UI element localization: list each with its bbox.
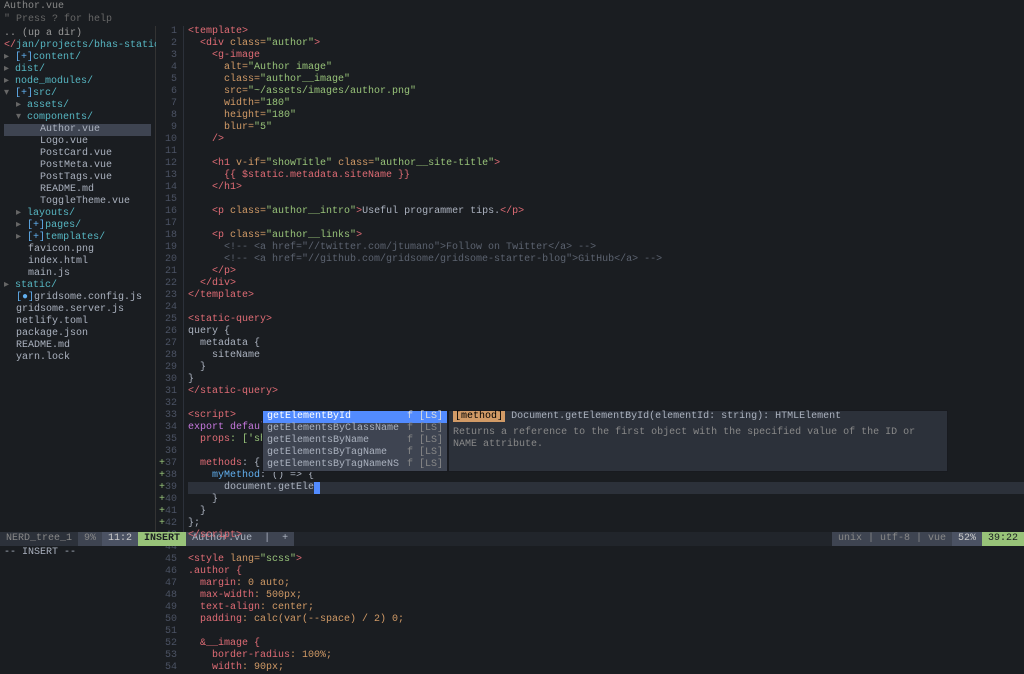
line-number-gutter: 1234567891011121314151617181920212223242…	[156, 26, 184, 532]
autocomplete-item[interactable]: getElementsByClassNamef [LS]	[263, 423, 447, 435]
autocomplete-popup[interactable]: getElementByIdf [LS]getElementsByClassNa…	[262, 410, 948, 472]
autocomplete-item[interactable]: getElementsByNamef [LS]	[263, 435, 447, 447]
code-editor[interactable]: <template> <div class="author"> <g-image…	[184, 26, 1024, 532]
tree-dir[interactable]: ▸ [+]templates/	[4, 232, 151, 244]
tree-file[interactable]: favicon.png	[4, 244, 151, 256]
autocomplete-item[interactable]: getElementsByTagNamef [LS]	[263, 447, 447, 459]
tree-dir[interactable]: ▸ [+]pages/	[4, 220, 151, 232]
tree-file[interactable]: PostTags.vue	[4, 172, 151, 184]
tree-file[interactable]: README.md	[4, 340, 151, 352]
tree-file[interactable]: PostMeta.vue	[4, 160, 151, 172]
tree-file[interactable]: main.js	[4, 268, 151, 280]
tree-file[interactable]: gridsome.server.js	[4, 304, 151, 316]
tree-file[interactable]: ToggleTheme.vue	[4, 196, 151, 208]
autocomplete-item[interactable]: getElementByIdf [LS]	[263, 411, 447, 423]
autocomplete-list[interactable]: getElementByIdf [LS]getElementsByClassNa…	[262, 410, 448, 472]
tree-file[interactable]: README.md	[4, 184, 151, 196]
cursor	[314, 482, 320, 494]
tree-dir[interactable]: ▾ components/	[4, 112, 151, 124]
tree-file[interactable]: netlify.toml	[4, 316, 151, 328]
file-tree[interactable]: .. (up a dir) </jan/projects/bhas-static…	[0, 26, 156, 532]
tree-root-path[interactable]: </jan/projects/bhas-static/	[4, 40, 151, 52]
statusline-nerdtree: NERD_tree_1	[0, 532, 78, 546]
tree-dir[interactable]: ▸ node_modules/	[4, 76, 151, 88]
tree-dir[interactable]: ▸ assets/	[4, 100, 151, 112]
statusline-mode: INSERT	[138, 532, 186, 546]
tree-file[interactable]: PostCard.vue	[4, 148, 151, 160]
tree-up-dir[interactable]: .. (up a dir)	[4, 28, 151, 40]
tree-dir[interactable]: ▾ [+]src/	[4, 88, 151, 100]
tree-file[interactable]: yarn.lock	[4, 352, 151, 364]
help-hint: " Press ? for help	[0, 14, 1024, 26]
title-bar: Author.vue	[0, 0, 1024, 14]
autocomplete-doc: [method] Document.getElementById(element…	[448, 410, 948, 472]
tree-file[interactable]: package.json	[4, 328, 151, 340]
tree-file[interactable]: Logo.vue	[4, 136, 151, 148]
tree-file[interactable]: index.html	[4, 256, 151, 268]
tree-dir[interactable]: ▸ dist/	[4, 64, 151, 76]
tree-dir[interactable]: ▸ layouts/	[4, 208, 151, 220]
tree-dir[interactable]: ▸ static/	[4, 280, 151, 292]
autocomplete-item[interactable]: getElementsByTagNameNSf [LS]	[263, 459, 447, 471]
tree-dir[interactable]: ▸ [+]content/	[4, 52, 151, 64]
tree-file[interactable]: Author.vue	[4, 124, 151, 136]
tree-file[interactable]: [●]gridsome.config.js	[4, 292, 151, 304]
main-split: .. (up a dir) </jan/projects/bhas-static…	[0, 26, 1024, 532]
